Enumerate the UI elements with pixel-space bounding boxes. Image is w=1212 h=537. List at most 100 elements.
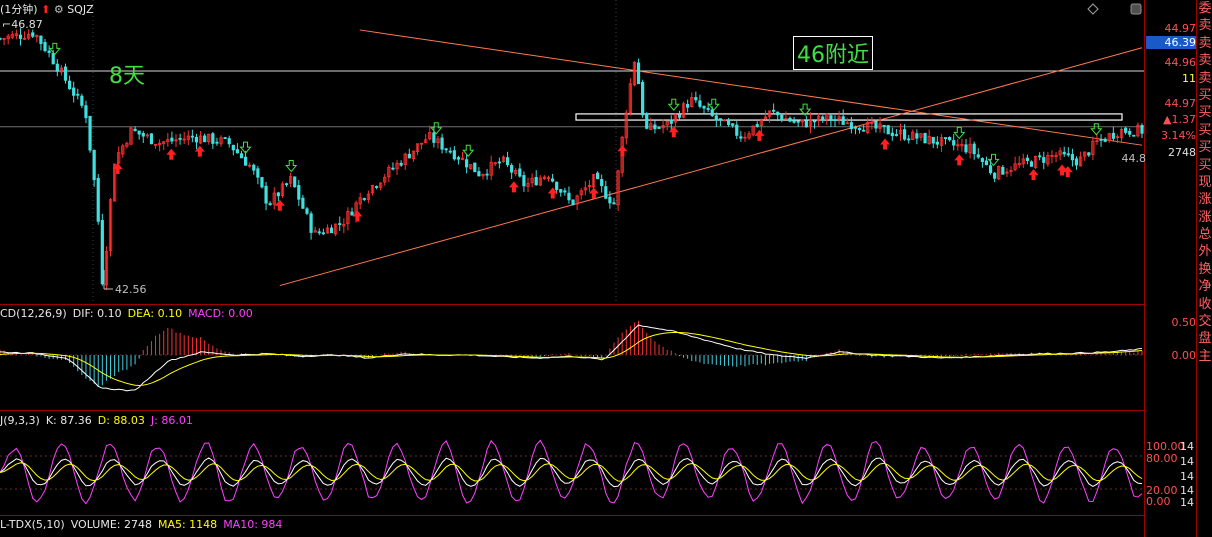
candle-body <box>215 141 219 144</box>
candle-body <box>857 128 862 131</box>
candle-body <box>948 136 952 141</box>
volume-ma10: MA10: 984 <box>223 518 283 531</box>
sell-arrow-icon <box>953 126 966 140</box>
candle-body <box>1062 151 1066 155</box>
candle-body <box>485 173 489 176</box>
candle-body <box>886 125 890 135</box>
candle-body <box>0 37 2 40</box>
buy-arrow-icon <box>274 199 285 211</box>
candle-body <box>604 186 608 199</box>
candle-body <box>902 129 907 140</box>
candle-body <box>776 111 780 116</box>
side-panel-item[interactable]: 卖 <box>1198 35 1212 52</box>
chart-canvas[interactable]: 42.56 <box>0 0 1212 537</box>
candle-body <box>559 189 563 193</box>
annotation-near-46: 46附近 <box>793 36 873 70</box>
candle-body <box>399 162 403 166</box>
side-panel-item[interactable]: 买 <box>1198 157 1212 174</box>
buy-arrow-icon <box>588 187 599 199</box>
candle-body <box>465 159 469 168</box>
side-panel-item[interactable]: 卖 <box>1198 52 1212 69</box>
side-panel-item[interactable]: 换 <box>1198 261 1212 278</box>
kdj-k: K: 87.36 <box>45 414 92 427</box>
kdj-panel <box>0 439 1144 505</box>
candle-body <box>1042 157 1046 163</box>
candle-body <box>935 141 939 145</box>
candle-body <box>1132 134 1136 137</box>
side-panel-item[interactable]: 涨 <box>1198 209 1212 226</box>
side-panel-item[interactable]: 委 <box>1198 0 1212 17</box>
candle-body <box>612 202 616 205</box>
candle-body <box>534 177 538 186</box>
candle-body <box>1103 138 1107 142</box>
candle-body <box>63 66 68 81</box>
quote-side-panel: 委 卖 卖 卖 卖 买 买 买 买 买 现 涨 涨 总 外 换 净 收 交 盘 … <box>1198 0 1212 537</box>
side-panel-item[interactable]: 买 <box>1198 104 1212 121</box>
candle-body <box>235 149 240 154</box>
candle-body <box>522 175 526 187</box>
candle-body <box>772 109 776 112</box>
candle-body <box>726 120 731 125</box>
candle-body <box>677 114 682 118</box>
side-panel-item[interactable]: 卖 <box>1198 70 1212 87</box>
candle-body <box>915 133 919 139</box>
candle-body <box>567 192 571 201</box>
side-panel-item[interactable]: 收 <box>1198 296 1212 313</box>
candle-body <box>67 80 72 90</box>
side-panel-item[interactable]: 涨 <box>1198 191 1212 208</box>
candle-body <box>784 117 788 120</box>
candle-body <box>1140 125 1144 134</box>
volume-label: 2748 <box>1168 146 1196 159</box>
low-price-label: 42.56 <box>115 283 147 296</box>
candle-body <box>862 129 866 132</box>
candle-body <box>72 87 76 96</box>
buy-arrow-icon <box>508 181 519 193</box>
candle-body <box>653 124 657 130</box>
side-panel-item[interactable]: 买 <box>1198 122 1212 139</box>
side-panel-item[interactable]: 现 <box>1198 174 1212 191</box>
side-panel-item[interactable]: 外 <box>1198 243 1212 260</box>
window-controls[interactable] <box>1087 3 1142 15</box>
settings-gear-icon[interactable]: ⚙ <box>54 3 64 16</box>
kdj-right-digit: 14 <box>1180 440 1194 453</box>
candle-body <box>550 178 555 182</box>
candle-body <box>657 127 661 129</box>
change-percent-label: 3.14% <box>1161 129 1196 142</box>
side-panel-item[interactable]: 交 <box>1198 313 1212 330</box>
candle-body <box>243 156 248 166</box>
macd-name: CD(12,26,9) <box>0 307 67 320</box>
candle-body <box>849 122 853 130</box>
side-panel-item[interactable]: 买 <box>1198 87 1212 104</box>
side-panel-item[interactable]: 总 <box>1198 226 1212 243</box>
macd-dif: DIF: 0.10 <box>72 307 122 320</box>
candle-body <box>964 144 968 153</box>
side-panel-item[interactable]: 净 <box>1198 278 1212 295</box>
sell-arrow-icon <box>462 144 475 157</box>
side-panel-item[interactable]: 卖 <box>1198 17 1212 34</box>
candle-body <box>972 143 976 155</box>
price-axis-label: 44.97 <box>1164 22 1197 35</box>
candle-body <box>694 97 698 101</box>
macd-value: MACD: 0.00 <box>188 307 253 320</box>
candle-body <box>788 117 792 122</box>
side-panel-item[interactable]: 买 <box>1198 139 1212 156</box>
high-price-label: ⌐46.87 <box>2 18 43 31</box>
candle-body <box>641 81 645 116</box>
candle-body <box>137 130 141 135</box>
candle-body <box>18 34 23 39</box>
kdj-right-digit: 14 <box>1180 455 1194 468</box>
candle-body <box>739 136 743 139</box>
candle-body <box>1038 155 1042 158</box>
side-panel-item[interactable]: 主 <box>1198 348 1212 365</box>
side-panel-item[interactable]: 盘 <box>1198 330 1212 347</box>
candle-body <box>510 165 514 173</box>
candle-body <box>223 137 227 139</box>
candle-body <box>477 171 481 177</box>
buy-arrow-icon <box>166 148 177 160</box>
candle-body <box>874 120 878 129</box>
candle-body <box>505 157 510 166</box>
candle-body <box>804 120 808 128</box>
candle-body <box>702 105 706 109</box>
volume-ma5: MA5: 1148 <box>157 518 218 531</box>
candle-body <box>1111 132 1115 139</box>
